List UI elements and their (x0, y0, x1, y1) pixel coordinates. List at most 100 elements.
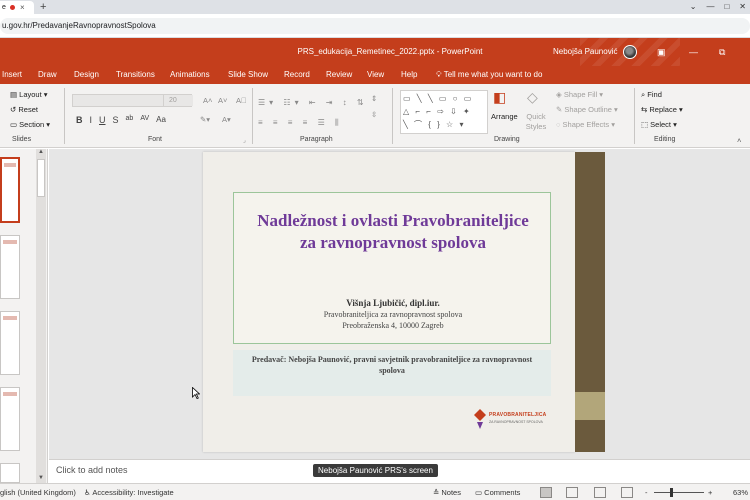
layout-icon: ▤ (10, 90, 20, 99)
find-label: Find (647, 90, 662, 99)
tab-view[interactable]: View (367, 66, 384, 84)
browser-tab-title: e (2, 4, 6, 11)
slideshow-view-button[interactable] (621, 487, 633, 498)
tab-search-icon[interactable]: ⌄ (690, 0, 697, 14)
zoom-out-button[interactable]: - (645, 484, 648, 500)
tab-insert[interactable]: Insert (2, 66, 22, 84)
layout-button[interactable]: ▤ Layout ▾ (10, 90, 48, 100)
shapes-gallery[interactable]: ▭ ╲ ╲ ▭ ○ ▭ △ ⌐ ⌐ ⇨ ⇩ ✦ ╲ ⌒ { } ☆ ▾ (400, 90, 488, 134)
reset-button[interactable]: ↺ Reset (10, 105, 38, 115)
tab-design[interactable]: Design (74, 66, 99, 84)
font-dialog-launcher-icon[interactable]: ⌟ (243, 136, 246, 146)
strikethrough-button[interactable]: S (113, 115, 119, 125)
avatar[interactable] (623, 45, 637, 59)
accessibility-label: Accessibility: Investigate (92, 488, 174, 497)
align-text-icon[interactable]: ⇳ (371, 110, 377, 120)
section-button[interactable]: ▭ Section ▾ (10, 120, 50, 130)
replace-button[interactable]: ⇆ Replace ▾ (641, 105, 683, 115)
language-status[interactable]: glish (United Kingdom) (0, 484, 76, 500)
logo-mark-icon (474, 409, 486, 429)
text-direction-icon[interactable]: ⇕ (371, 94, 377, 104)
minimize-window-icon[interactable]: — (706, 0, 714, 14)
slide-thumbnail[interactable] (0, 157, 20, 223)
tab-transitions[interactable]: Transitions (116, 66, 155, 84)
slide-thumbnail[interactable] (0, 235, 20, 299)
bold-button[interactable]: B (76, 115, 83, 125)
maximize-window-icon[interactable]: □ (724, 0, 729, 14)
shape-fill-button[interactable]: ◈ Shape Fill ▾ (556, 90, 603, 100)
lightbulb-icon: 💡︎ (436, 70, 444, 79)
replace-label: Replace (649, 105, 677, 114)
current-slide[interactable]: Nadležnost i ovlasti Pravobraniteljice z… (203, 152, 575, 452)
present-icon[interactable]: ▣ (657, 38, 666, 66)
zoom-level[interactable]: 63% (733, 484, 748, 500)
font-size-field[interactable]: 20 (163, 95, 193, 106)
quick-styles-button[interactable]: Quick Styles (523, 112, 549, 132)
accessibility-status[interactable]: ♿︎ Accessibility: Investigate (84, 484, 174, 500)
slide-thumbnail[interactable] (0, 311, 20, 375)
find-button[interactable]: ⌕ Find (641, 90, 662, 100)
shadow-button[interactable]: ab (126, 115, 134, 125)
scrollbar-thumb[interactable] (37, 159, 45, 197)
tab-help[interactable]: Help (401, 66, 417, 84)
underline-button[interactable]: U (99, 115, 106, 125)
url-field[interactable]: u.gov.hr/PredavanjeRavnopravnostSpolova (0, 18, 750, 34)
slide-thumbnail[interactable] (0, 463, 20, 483)
tab-record[interactable]: Record (284, 66, 310, 84)
restore-icon[interactable]: ⧉ (719, 38, 725, 66)
italic-button[interactable]: I (90, 115, 93, 125)
arrange-icon[interactable]: ◧ (493, 90, 506, 104)
thumbnails-scrollbar[interactable]: ▲ ▼ (36, 149, 46, 483)
title-placeholder[interactable]: Nadležnost i ovlasti Pravobraniteljice z… (233, 192, 551, 344)
browser-tab-strip: e × + ⌄ — □ ✕ (0, 0, 750, 14)
highlight-icon[interactable]: ✎▾ (200, 115, 210, 125)
scroll-down-icon[interactable]: ▼ (36, 475, 46, 481)
screen-share-label: Nebojša Paunović PRS's screen (313, 464, 438, 477)
slide-address: Preobraženska 4, 10000 Zagreb (342, 321, 444, 330)
zoom-slider[interactable] (654, 492, 704, 493)
logo-text: PRAVOBRANITELJICA (489, 412, 547, 418)
shape-effects-button[interactable]: ◌ Shape Effects ▾ (556, 120, 615, 130)
tell-me-search[interactable]: 💡︎ Tell me what you want to do (436, 66, 542, 84)
paragraph-buttons[interactable]: ☰▾ ☷▾ ⇤ ⇥ ↕ ⇅ ≡ ≡ ≡ ≡ ☰ ⫼ (258, 93, 368, 133)
tab-slide-show[interactable]: Slide Show (228, 66, 268, 84)
notes-button[interactable]: ≙ Notes (433, 484, 461, 500)
ombudsperson-logo: PRAVOBRANITELJICA ZA RAVNOPRAVNOST SPOLO… (473, 404, 551, 438)
quick-styles-icon[interactable]: ◇ (527, 90, 538, 104)
document-title: PRS_edukacija_Remetinec_2022.pptx - Powe… (297, 47, 483, 56)
character-spacing-button[interactable]: AV (140, 115, 149, 125)
grow-font-icon[interactable]: A˄ (203, 96, 212, 106)
shape-outline-button[interactable]: ✎ Shape Outline ▾ (556, 105, 618, 115)
slide-thumbnails-pane: ▲ ▼ (0, 149, 48, 483)
thumbnail-preview (3, 392, 17, 396)
browser-tab[interactable]: e × (0, 1, 34, 14)
scroll-up-icon[interactable]: ▲ (36, 149, 46, 155)
normal-view-button[interactable] (540, 487, 552, 498)
new-tab-button[interactable]: + (40, 0, 46, 14)
change-case-button[interactable]: Aa (156, 115, 166, 125)
mouse-pointer-icon (192, 387, 200, 399)
font-color-icon[interactable]: A▾ (222, 115, 231, 125)
reading-view-button[interactable] (594, 487, 606, 498)
tab-review[interactable]: Review (326, 66, 352, 84)
minimize-icon[interactable]: — (689, 38, 698, 66)
slide-sorter-view-button[interactable] (566, 487, 578, 498)
slides-group-label: Slides (12, 136, 32, 143)
slide-thumbnail[interactable] (0, 387, 20, 451)
select-button[interactable]: ⬚ Select ▾ (641, 120, 677, 130)
clear-formatting-icon[interactable]: A⃠ (236, 96, 247, 106)
collapse-ribbon-icon[interactable]: ˄ (737, 136, 741, 146)
arrange-button[interactable]: Arrange (491, 112, 518, 122)
comments-button[interactable]: ▭ Comments (475, 484, 520, 500)
tab-draw[interactable]: Draw (38, 66, 57, 84)
zoom-in-button[interactable]: + (708, 484, 712, 500)
close-window-icon[interactable]: ✕ (739, 0, 746, 14)
tab-animations[interactable]: Animations (170, 66, 210, 84)
presenter-placeholder[interactable]: Predavač: Nebojša Paunović, pravni savje… (233, 350, 551, 396)
user-name[interactable]: Nebojša Paunović (553, 38, 617, 66)
zoom-slider-thumb[interactable] (670, 488, 673, 497)
shrink-font-icon[interactable]: A˅ (218, 96, 227, 106)
ribbon-divider (634, 88, 635, 144)
select-label: Select (650, 120, 672, 129)
close-tab-icon[interactable]: × (20, 1, 25, 14)
